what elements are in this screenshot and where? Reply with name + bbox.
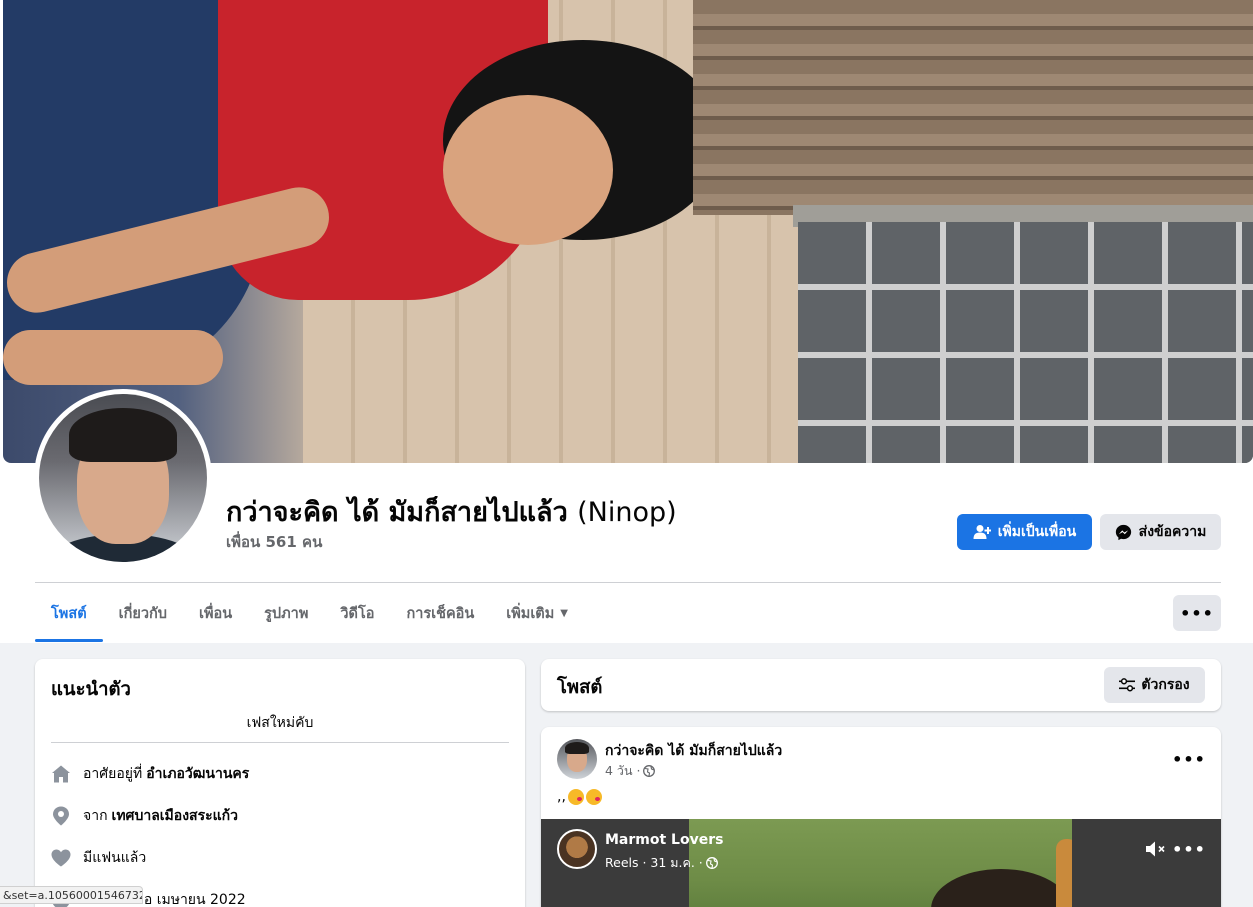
profile-more-options-button[interactable]: ••• bbox=[1173, 595, 1221, 631]
reel-page-name[interactable]: Marmot Lovers bbox=[605, 832, 723, 848]
message-label: ส่งข้อความ bbox=[1138, 524, 1207, 540]
tab-more[interactable]: เพิ่มเติม ▼ bbox=[490, 584, 584, 642]
post-author-avatar[interactable] bbox=[557, 739, 597, 779]
cover-photo[interactable] bbox=[3, 0, 1253, 463]
profile-tabs: โพสต์ เกี่ยวกับ เพื่อน รูปภาพ วิดีโอ การ… bbox=[35, 584, 584, 642]
intro-item-lives-in: อาศัยอยู่ที่ อำเภอวัฒนานคร bbox=[51, 762, 249, 786]
posts-title: โพสต์ bbox=[557, 677, 603, 698]
add-friend-label: เพิ่มเป็นเพื่อน bbox=[997, 524, 1077, 540]
kissing-face-emoji-icon bbox=[567, 789, 584, 805]
post-text-content: ,, bbox=[557, 789, 566, 805]
intro-item-relationship: มีแฟนแล้ว bbox=[51, 846, 146, 870]
messenger-icon bbox=[1115, 524, 1131, 540]
location-pin-icon bbox=[51, 806, 71, 826]
message-button[interactable]: ส่งข้อความ bbox=[1100, 514, 1221, 550]
profile-name-text: กว่าจะคิด ได้ มัมก็สายไปแล้ว bbox=[226, 497, 568, 528]
more-dots-icon: ••• bbox=[1172, 839, 1206, 859]
reel-page-avatar[interactable] bbox=[557, 829, 597, 869]
cover-wooden-door bbox=[693, 0, 1253, 215]
globe-icon bbox=[643, 765, 656, 777]
post-card: กว่าจะคิด ได้ มัมก็สายไปแล้ว 4 วัน · •••… bbox=[541, 727, 1221, 907]
cover-figure-hand bbox=[3, 330, 223, 385]
profile-alternate-name: (Ninop) bbox=[577, 497, 677, 528]
filter-sliders-icon bbox=[1119, 678, 1136, 692]
post-author-name[interactable]: กว่าจะคิด ได้ มัมก็สายไปแล้ว bbox=[605, 740, 782, 762]
reel-meta-text[interactable]: Reels · 31 ม.ค. · bbox=[605, 853, 703, 873]
filter-label: ตัวกรอง bbox=[1141, 677, 1190, 693]
filter-button[interactable]: ตัวกรอง bbox=[1104, 667, 1205, 703]
browser-status-bar: &set=a.105600015467327# bbox=[0, 886, 143, 904]
posts-header-card: โพสต์ ตัวกรอง bbox=[541, 659, 1221, 711]
intro-bio: เฟสใหม่คับ bbox=[246, 715, 314, 731]
kissing-face-emoji-icon bbox=[585, 789, 602, 805]
friends-count[interactable]: เพื่อน 561 คน bbox=[226, 530, 322, 554]
speaker-muted-icon bbox=[1146, 841, 1165, 857]
intro-card: แนะนำตัว เฟสใหม่คับ อาศัยอยู่ที่ อำเภอวั… bbox=[35, 659, 525, 907]
header-divider bbox=[35, 582, 1221, 583]
chevron-down-icon: ▼ bbox=[560, 607, 568, 619]
reel-options-button[interactable]: ••• bbox=[1172, 833, 1206, 865]
more-dots-icon: ••• bbox=[1172, 749, 1206, 769]
intro-divider bbox=[51, 742, 509, 743]
tab-photos[interactable]: รูปภาพ bbox=[248, 584, 324, 642]
tab-posts[interactable]: โพสต์ bbox=[35, 584, 103, 642]
cover-figure-face bbox=[443, 95, 613, 245]
post-timestamp[interactable]: 4 วัน · bbox=[605, 761, 640, 781]
tab-about[interactable]: เกี่ยวกับ bbox=[103, 584, 183, 642]
intro-title: แนะนำตัว bbox=[51, 679, 131, 700]
post-text: ,, bbox=[557, 789, 602, 805]
add-friend-button[interactable]: เพิ่มเป็นเพื่อน bbox=[957, 514, 1092, 550]
profile-header: กว่าจะคิด ได้ มัมก็สายไปแล้ว (Ninop) เพื… bbox=[0, 0, 1253, 643]
mute-toggle-button[interactable] bbox=[1144, 837, 1168, 861]
add-friend-icon bbox=[973, 525, 991, 539]
globe-icon bbox=[705, 857, 718, 869]
reel-meta: Reels · 31 ม.ค. · bbox=[605, 853, 718, 873]
home-icon bbox=[51, 764, 71, 784]
cover-stone-wall bbox=[798, 222, 1253, 463]
intro-item-from: จาก เทศบาลเมืองสระแก้ว bbox=[51, 804, 238, 828]
heart-icon bbox=[51, 848, 71, 868]
profile-avatar[interactable] bbox=[34, 389, 212, 567]
more-dots-icon: ••• bbox=[1180, 603, 1214, 623]
post-meta: 4 วัน · bbox=[605, 761, 656, 781]
tab-friends[interactable]: เพื่อน bbox=[183, 584, 248, 642]
tab-videos[interactable]: วิดีโอ bbox=[324, 584, 390, 642]
profile-name: กว่าจะคิด ได้ มัมก็สายไปแล้ว (Ninop) bbox=[226, 490, 677, 533]
shared-reel-video[interactable]: Marmot Lovers Reels · 31 ม.ค. · ••• bbox=[541, 819, 1221, 907]
post-options-button[interactable]: ••• bbox=[1171, 741, 1207, 777]
tab-checkins[interactable]: การเช็คอิน bbox=[390, 584, 490, 642]
